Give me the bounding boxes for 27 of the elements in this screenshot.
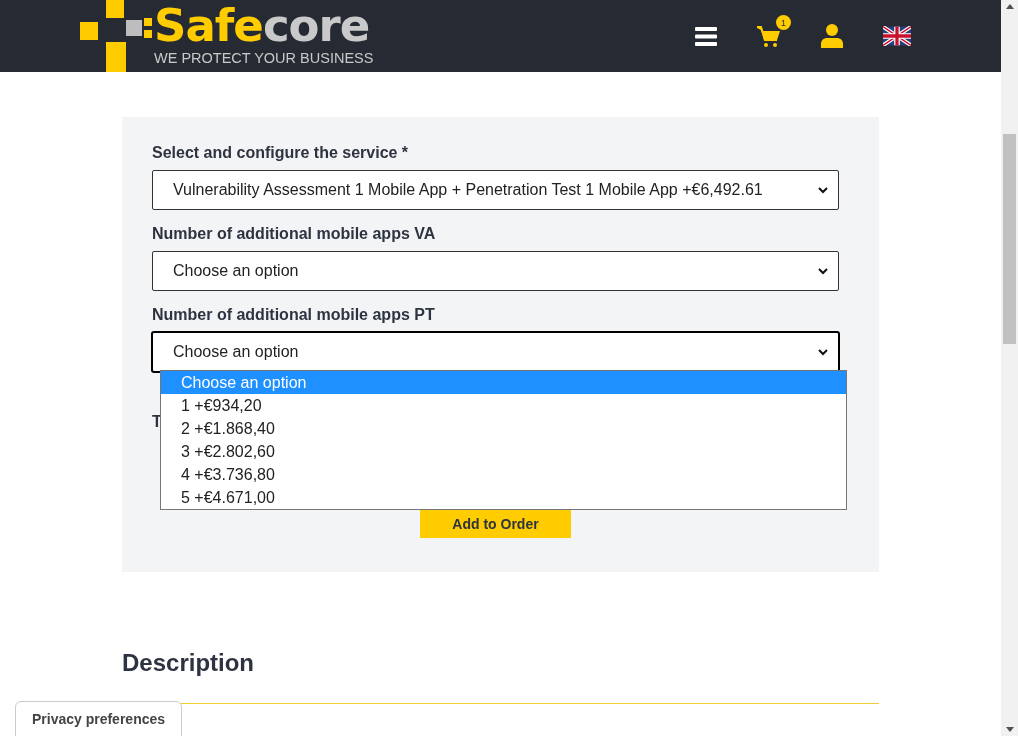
dropdown-option[interactable]: 4 +€3.736,80 [161, 463, 846, 486]
scroll-up-icon[interactable] [1005, 4, 1014, 9]
dropdown-option[interactable]: 3 +€2.802,60 [161, 440, 846, 463]
user-icon[interactable] [821, 24, 843, 48]
section-heading: Description [122, 649, 256, 677]
cart-icon[interactable] [757, 24, 781, 48]
dropdown-option[interactable]: 1 +€934,20 [161, 394, 846, 417]
logo-name-suffix: core [262, 0, 370, 52]
cart-count-badge: 1 [776, 15, 791, 30]
field-label: Number of additional mobile apps PT [152, 306, 436, 324]
field-label: Number of additional mobile apps VA [152, 225, 437, 243]
menu-icon[interactable] [695, 26, 717, 46]
select-field[interactable]: Vulnerability Assessment 1 Mobile App + Penetration Test 1 Mobile App +€6,492.61 [152, 170, 839, 210]
logo-icon [80, 0, 152, 72]
logo-name: Safe [154, 0, 263, 52]
chevron-down-icon [818, 348, 828, 356]
chevron-down-icon [818, 186, 828, 194]
select-field[interactable]: Choose an option [152, 251, 839, 291]
dropdown-option[interactable]: 2 +€1.868,40 [161, 417, 846, 440]
flag-icon[interactable] [883, 26, 911, 46]
scroll-down-icon[interactable] [1005, 727, 1014, 732]
select-field[interactable]: Choose an option [152, 332, 839, 372]
logo-tagline: WE PROTECT YOUR BUSINESS [154, 50, 374, 66]
privacy-preferences-tab[interactable]: Privacy preferences [15, 701, 182, 736]
chevron-down-icon [818, 267, 828, 275]
field-label: Select and configure the service * [152, 144, 410, 162]
scrollbar-thumb[interactable] [1003, 134, 1016, 344]
